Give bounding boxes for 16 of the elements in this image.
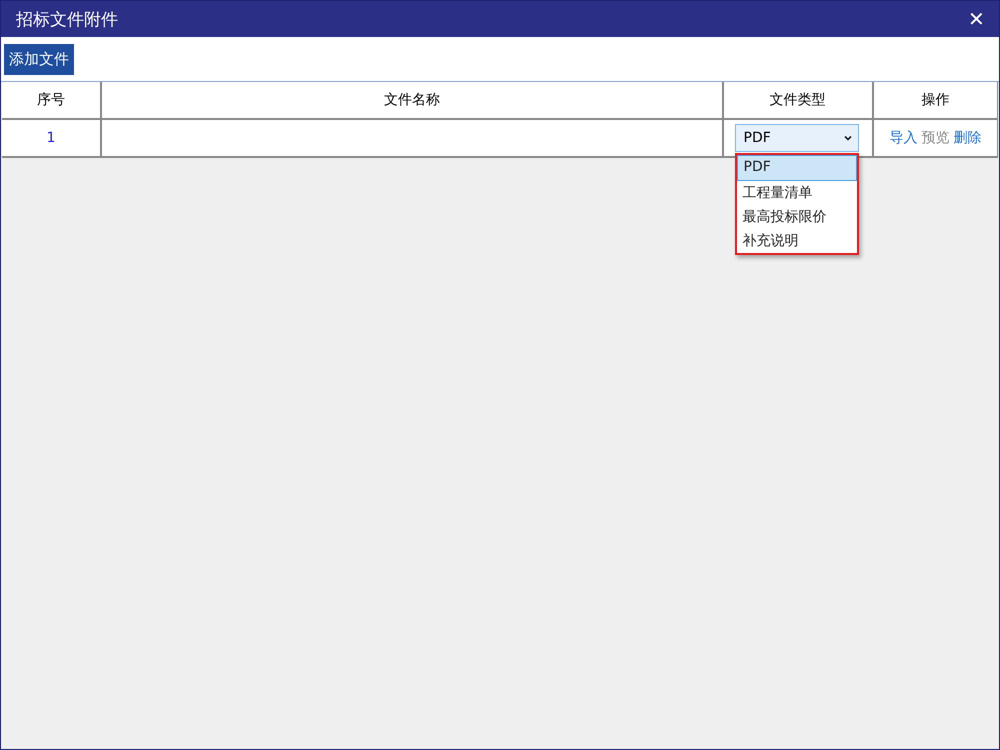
column-header: 文件类型 [722,82,872,119]
close-button[interactable]: ✕ [968,6,985,32]
action-link[interactable]: 删除 [953,129,982,147]
row-number-cell: 1 [2,119,101,157]
column-header: 文件名称 [101,82,722,119]
action-link[interactable]: 导入 [889,129,918,147]
column-header: 序号 [2,82,101,119]
chevron-down-icon [844,135,852,141]
dropdown-option[interactable]: 工程量清单 [736,181,856,205]
add-file-button[interactable]: 添加文件 [4,44,74,74]
dropdown-option[interactable]: PDF [736,155,856,181]
dropdown-option[interactable]: 最高投标限价 [736,205,856,229]
dropdown-option[interactable]: 补充说明 [736,229,856,253]
column-header: 操作 [872,82,998,119]
file-type-dropdown[interactable]: PDF [734,124,858,152]
window-title: 招标文件附件 [16,8,118,30]
